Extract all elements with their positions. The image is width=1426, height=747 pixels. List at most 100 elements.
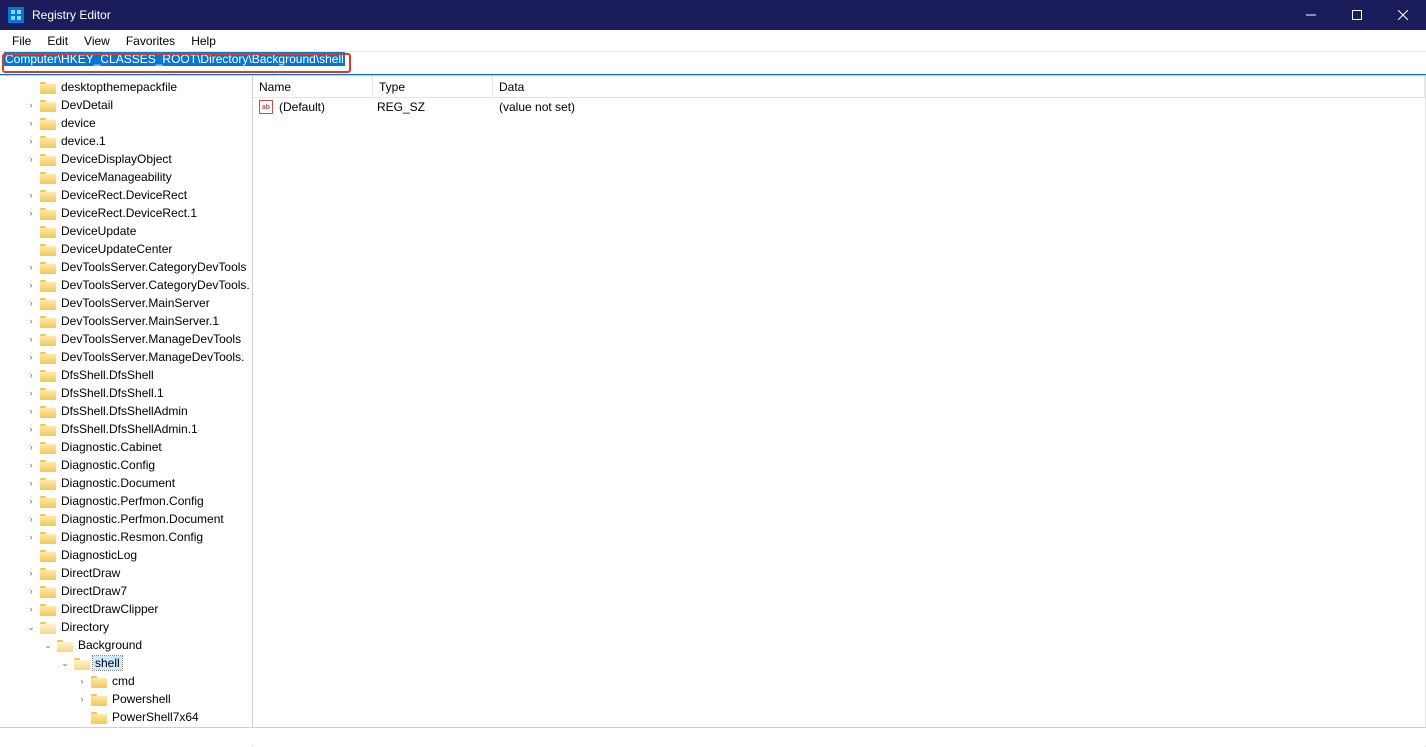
tree-item[interactable]: ⌄shell <box>0 654 252 672</box>
folder-icon <box>40 440 56 454</box>
tree-item[interactable]: ›Diagnostic.Document <box>0 474 252 492</box>
chevron-right-icon[interactable]: › <box>25 585 37 597</box>
folder-icon <box>40 278 56 292</box>
folder-icon <box>40 368 56 382</box>
chevron-right-icon[interactable]: › <box>25 279 37 291</box>
tree-item[interactable]: ›Diagnostic.Perfmon.Config <box>0 492 252 510</box>
column-type[interactable]: Type <box>373 76 493 97</box>
close-button[interactable] <box>1380 0 1426 30</box>
chevron-right-icon[interactable]: › <box>25 423 37 435</box>
tree-item-label: device.1 <box>59 134 108 148</box>
tree-item[interactable]: ›DirectDrawClipper <box>0 600 252 618</box>
folder-icon <box>40 206 56 220</box>
chevron-right-icon[interactable]: › <box>25 297 37 309</box>
column-data[interactable]: Data <box>493 76 1425 97</box>
chevron-down-icon[interactable]: ⌄ <box>59 657 71 669</box>
list-row[interactable]: ab(Default)REG_SZ(value not set) <box>253 98 1425 116</box>
tree-item[interactable]: ›Diagnostic.Config <box>0 456 252 474</box>
tree-item[interactable]: › Diagnostic.Perfmon.Document <box>0 510 252 528</box>
maximize-button[interactable] <box>1334 0 1380 30</box>
tree-item[interactable]: ⌄Background <box>0 636 252 654</box>
tree-item-label: Powershell <box>110 692 173 706</box>
list-body[interactable]: ab(Default)REG_SZ(value not set) <box>253 98 1425 747</box>
tree-item[interactable]: › Powershell <box>0 690 252 708</box>
chevron-right-icon[interactable]: › <box>76 693 88 705</box>
minimize-button[interactable] <box>1288 0 1334 30</box>
tree-item[interactable]: ›DfsShell.DfsShell.1 <box>0 384 252 402</box>
chevron-right-icon[interactable]: › <box>76 675 88 687</box>
chevron-down-icon[interactable]: ⌄ <box>25 621 37 633</box>
folder-icon <box>40 242 56 256</box>
chevron-right-icon[interactable]: › <box>25 315 37 327</box>
tree-item[interactable]: DeviceUpdateCenter <box>0 240 252 258</box>
folder-icon <box>91 692 107 706</box>
tree-item[interactable]: › device.1 <box>0 132 252 150</box>
tree-item[interactable]: DeviceManageability <box>0 168 252 186</box>
tree-item[interactable]: ›Diagnostic.Resmon.Config <box>0 528 252 546</box>
tree-item-label: Diagnostic.Perfmon.Document <box>59 512 226 526</box>
chevron-right-icon[interactable]: › <box>25 99 37 111</box>
tree-item[interactable]: desktopthemepackfile <box>0 78 252 96</box>
tree-item[interactable]: DeviceUpdate <box>0 222 252 240</box>
tree-item[interactable]: ›DeviceRect.DeviceRect.1 <box>0 204 252 222</box>
tree-item[interactable]: ›DevToolsServer.MainServer <box>0 294 252 312</box>
chevron-right-icon[interactable]: › <box>25 207 37 219</box>
chevron-down-icon[interactable]: ⌄ <box>42 639 54 651</box>
chevron-right-icon[interactable]: › <box>25 117 37 129</box>
chevron-right-icon[interactable]: › <box>25 459 37 471</box>
chevron-right-icon[interactable]: › <box>25 477 37 489</box>
tree-item[interactable]: PowerShell7x64 <box>0 708 252 726</box>
tree-item[interactable]: ›DevToolsServer.ManageDevTools <box>0 330 252 348</box>
window-title: Registry Editor <box>32 8 1288 22</box>
tree-item-label: DevToolsServer.MainServer.1 <box>59 314 221 328</box>
tree-item[interactable]: ›DevToolsServer.CategoryDevTools <box>0 258 252 276</box>
tree-panel[interactable]: desktopthemepackfile›DevDetail›device›de… <box>0 76 253 747</box>
chevron-right-icon[interactable]: › <box>25 441 37 453</box>
chevron-right-icon[interactable]: › <box>25 387 37 399</box>
menu-help[interactable]: Help <box>183 32 224 50</box>
chevron-right-icon[interactable]: › <box>25 135 37 147</box>
tree-item[interactable]: ›DevToolsServer.CategoryDevTools. <box>0 276 252 294</box>
folder-icon <box>57 638 73 652</box>
tree-item[interactable]: ›DfsShell.DfsShell <box>0 366 252 384</box>
tree-item[interactable]: ›cmd <box>0 672 252 690</box>
tree-item[interactable]: ›DevToolsServer.ManageDevTools. <box>0 348 252 366</box>
folder-icon <box>40 116 56 130</box>
chevron-right-icon[interactable]: › <box>25 369 37 381</box>
tree-item[interactable]: ›device <box>0 114 252 132</box>
chevron-right-icon[interactable]: › <box>25 333 37 345</box>
folder-icon <box>40 566 56 580</box>
menu-view[interactable]: View <box>76 32 118 50</box>
chevron-right-icon[interactable]: › <box>25 351 37 363</box>
titlebar[interactable]: Registry Editor <box>0 0 1426 30</box>
menu-file[interactable]: File <box>4 32 39 50</box>
chevron-right-icon[interactable]: › <box>25 405 37 417</box>
folder-icon <box>40 386 56 400</box>
tree-item[interactable]: DiagnosticLog <box>0 546 252 564</box>
folder-icon <box>91 674 107 688</box>
menu-favorites[interactable]: Favorites <box>118 32 183 50</box>
tree-item[interactable]: ›DfsShell.DfsShellAdmin.1 <box>0 420 252 438</box>
tree-item[interactable]: ⌄Directory <box>0 618 252 636</box>
tree-item[interactable]: ›Diagnostic.Cabinet <box>0 438 252 456</box>
chevron-right-icon[interactable]: › <box>25 153 37 165</box>
folder-icon <box>40 188 56 202</box>
tree-item[interactable]: › DevToolsServer.MainServer.1 <box>0 312 252 330</box>
tree-item[interactable]: ›DfsShell.DfsShellAdmin <box>0 402 252 420</box>
tree-item[interactable]: ›DirectDraw <box>0 564 252 582</box>
chevron-right-icon[interactable]: › <box>25 567 37 579</box>
tree-item[interactable]: ›DeviceRect.DeviceRect <box>0 186 252 204</box>
chevron-right-icon[interactable]: › <box>25 261 37 273</box>
chevron-right-icon[interactable]: › <box>25 189 37 201</box>
menu-edit[interactable]: Edit <box>39 32 76 50</box>
address-input[interactable]: Computer\HKEY_CLASSES_ROOT\Directory\Bac… <box>0 52 1426 74</box>
chevron-right-icon[interactable]: › <box>25 603 37 615</box>
chevron-right-icon[interactable]: › <box>25 513 37 525</box>
chevron-right-icon[interactable]: › <box>25 495 37 507</box>
tree-item[interactable]: ›DevDetail <box>0 96 252 114</box>
tree-item[interactable]: ›DirectDraw7 <box>0 582 252 600</box>
list-panel: Name Type Data ab(Default)REG_SZ(value n… <box>253 76 1426 747</box>
column-name[interactable]: Name <box>253 76 373 97</box>
tree-item[interactable]: ›DeviceDisplayObject <box>0 150 252 168</box>
chevron-right-icon[interactable]: › <box>25 531 37 543</box>
